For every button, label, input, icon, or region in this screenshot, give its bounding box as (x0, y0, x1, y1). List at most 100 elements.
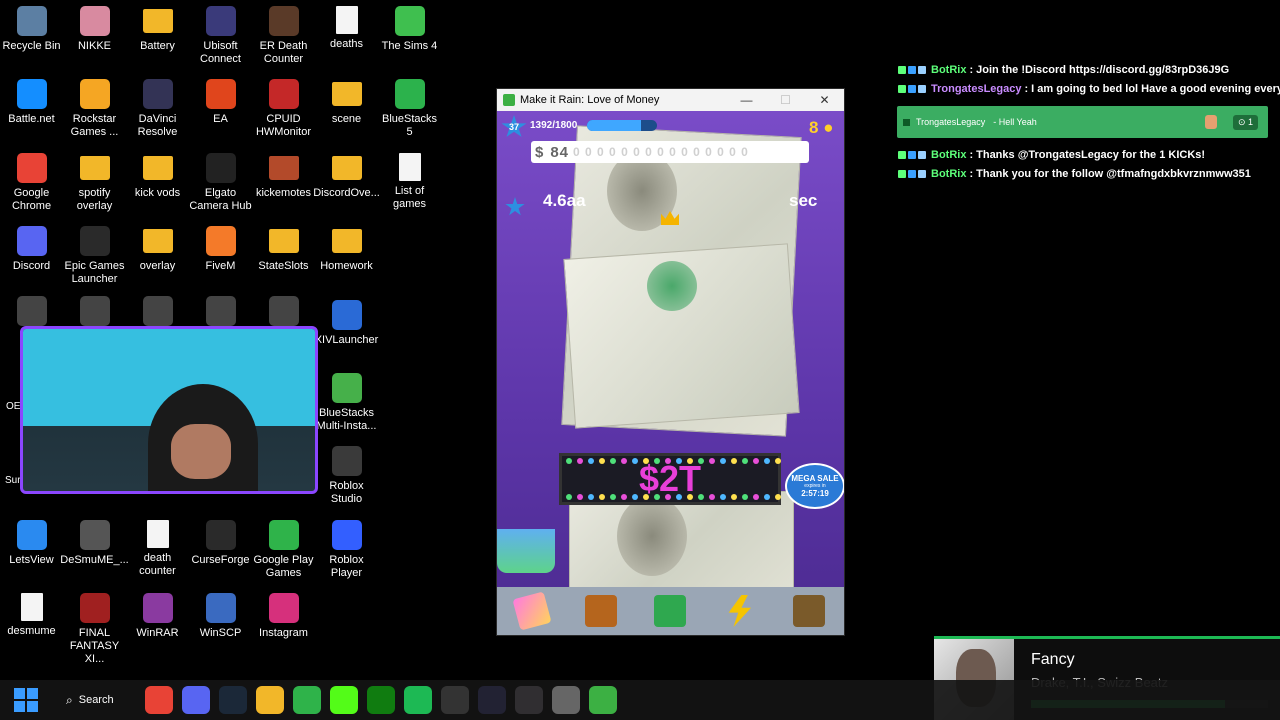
chat-highlight-text: - Hell Yeah (993, 117, 1037, 127)
desktop-icon[interactable]: overlay (126, 226, 189, 273)
marquee-bulb (588, 494, 594, 500)
game-window[interactable]: Make it Rain: Love of Money — ☐ ✕ 37 139… (496, 88, 845, 636)
taskbar-search-button[interactable]: ⌕ Search (56, 686, 126, 714)
chat-separator: : (969, 168, 974, 180)
desktop-icon-partial[interactable] (0, 296, 63, 326)
text-file-icon (335, 6, 358, 34)
coin-count[interactable]: 8 ● (809, 118, 833, 138)
desktop-icon[interactable]: kick vods (126, 153, 189, 200)
desktop-icon[interactable]: DaVinci Resolve (126, 79, 189, 139)
desktop-icon[interactable]: Google Play Games (252, 520, 315, 580)
settings-icon[interactable] (552, 686, 580, 714)
make-it-rain-icon[interactable] (589, 686, 617, 714)
desktop-icon[interactable]: FiveM (189, 226, 252, 273)
desktop-icon-label: CurseForge (191, 554, 250, 566)
desktop-icon[interactable]: deaths (315, 6, 378, 51)
desktop-icon[interactable]: EA (189, 79, 252, 126)
minimize-button[interactable]: — (727, 93, 766, 107)
epic-games-icon (79, 226, 110, 256)
desktop-icon-label: CPUID HWMonitor (255, 113, 311, 138)
steam-icon[interactable] (219, 686, 247, 714)
green-app-icon[interactable] (293, 686, 321, 714)
desktop-icon-partial[interactable] (189, 296, 252, 326)
folder-icon (268, 156, 299, 180)
desktop-icon-partial[interactable] (63, 296, 126, 326)
text-file-icon (20, 593, 43, 621)
desktop-icon[interactable]: kickemotes (252, 153, 315, 200)
desktop-icon[interactable]: WinRAR (126, 593, 189, 640)
xbox-icon[interactable] (367, 686, 395, 714)
marquee-bulb (566, 458, 572, 464)
desktop-icon[interactable]: ER Death Counter (252, 6, 315, 66)
marquee-bulb (676, 494, 682, 500)
desktop-icon[interactable]: Battle.net (0, 79, 63, 126)
desktop-icon[interactable]: WinSCP (189, 593, 252, 640)
text-file-icon (398, 153, 421, 181)
desktop-icon[interactable]: BlueStacks Multi-Insta... (315, 373, 378, 433)
bank-icon[interactable] (654, 595, 687, 627)
desktop-icon[interactable]: The Sims 4 (378, 6, 441, 53)
desktop-icon[interactable]: death counter (126, 520, 189, 578)
gems-icon[interactable] (512, 591, 552, 631)
marquee-bulb (632, 494, 638, 500)
badge-icon (908, 151, 916, 159)
desktop-icon[interactable]: CurseForge (189, 520, 252, 567)
marquee-bulb (610, 494, 616, 500)
desktop-icon[interactable]: Roblox Studio (315, 446, 378, 506)
desktop-icon[interactable]: List of games (378, 153, 441, 211)
file-explorer-icon[interactable] (256, 686, 284, 714)
discord-icon[interactable] (182, 686, 210, 714)
briefcase-icon[interactable] (585, 595, 618, 627)
desktop-icon[interactable]: CPUID HWMonitor (252, 79, 315, 139)
desktop-icon[interactable]: Ubisoft Connect (189, 6, 252, 66)
desktop-icon[interactable]: Homework (315, 226, 378, 273)
desktop-icon[interactable]: Epic Games Launcher (63, 226, 126, 286)
game-canvas[interactable]: 37 1392/1800 8 ● $ 84 0 0 0 0 0 0 0 0 0 … (497, 111, 844, 635)
desktop-icon[interactable]: spotify overlay (63, 153, 126, 213)
desktop-icon[interactable]: Instagram (252, 593, 315, 640)
desktop-icon[interactable]: Recycle Bin (0, 6, 63, 53)
desktop-icon-partial[interactable] (252, 296, 315, 326)
desktop-icon[interactable]: FINAL FANTASY XI... (63, 593, 126, 666)
desktop-icon[interactable]: Google Chrome (0, 153, 63, 213)
desktop-icon[interactable]: LetsView (0, 520, 63, 567)
vault-icon[interactable] (793, 595, 826, 627)
desktop-icon[interactable]: Elgato Camera Hub (189, 153, 252, 213)
desktop-icon-partial[interactable] (126, 296, 189, 326)
lightning-icon[interactable] (728, 595, 752, 627)
desktop-icon[interactable]: DiscordOve... (313, 153, 380, 200)
marquee-bulb (588, 458, 594, 464)
water-bucket-icon[interactable] (497, 529, 555, 573)
spotify-icon[interactable] (404, 686, 432, 714)
desktop-icon[interactable]: Battery (126, 6, 189, 53)
desktop-icon-label: Ubisoft Connect (200, 40, 241, 65)
desktop-icon[interactable]: Discord (0, 226, 63, 273)
stream-deck-icon[interactable] (478, 686, 506, 714)
desktop-icon-label: Rockstar Games ... (70, 113, 119, 138)
obs-icon[interactable] (515, 686, 543, 714)
bill-seal (647, 261, 697, 311)
chat-separator: : (969, 64, 974, 76)
desktop-icon[interactable]: NIKKE (63, 6, 126, 53)
desktop-icon[interactable]: scene (315, 79, 378, 126)
elgato-icon[interactable] (441, 686, 469, 714)
chrome-icon[interactable] (145, 686, 173, 714)
game-window-titlebar[interactable]: Make it Rain: Love of Money — ☐ ✕ (497, 89, 844, 111)
kick-icon[interactable] (330, 686, 358, 714)
desktop-icon[interactable]: desmume (0, 593, 63, 638)
desktop-icon-label: kickemotes (255, 187, 312, 199)
marquee-bulb (709, 494, 715, 500)
desktop-icon[interactable]: DeSmuME_... (60, 520, 129, 567)
search-icon: ⌕ (66, 692, 73, 707)
desktop-icon[interactable]: BlueStacks 5 (378, 79, 441, 139)
maximize-button[interactable]: ☐ (766, 93, 805, 107)
desktop-icon[interactable]: Rockstar Games ... (63, 79, 126, 139)
close-button[interactable]: ✕ (805, 93, 844, 107)
desktop-label-partial: Sur (5, 475, 21, 486)
desktop-icon[interactable]: XIVLauncher (315, 300, 378, 347)
desktop-icon[interactable]: Roblox Player (315, 520, 378, 580)
windows-start-icon[interactable] (14, 688, 38, 712)
desktop-icon-label: Elgato Camera Hub (189, 187, 252, 212)
desktop-icon[interactable]: StateSlots (252, 226, 315, 273)
mega-sale-badge[interactable]: MEGA SALE expires in 2:57:19 (785, 463, 844, 509)
